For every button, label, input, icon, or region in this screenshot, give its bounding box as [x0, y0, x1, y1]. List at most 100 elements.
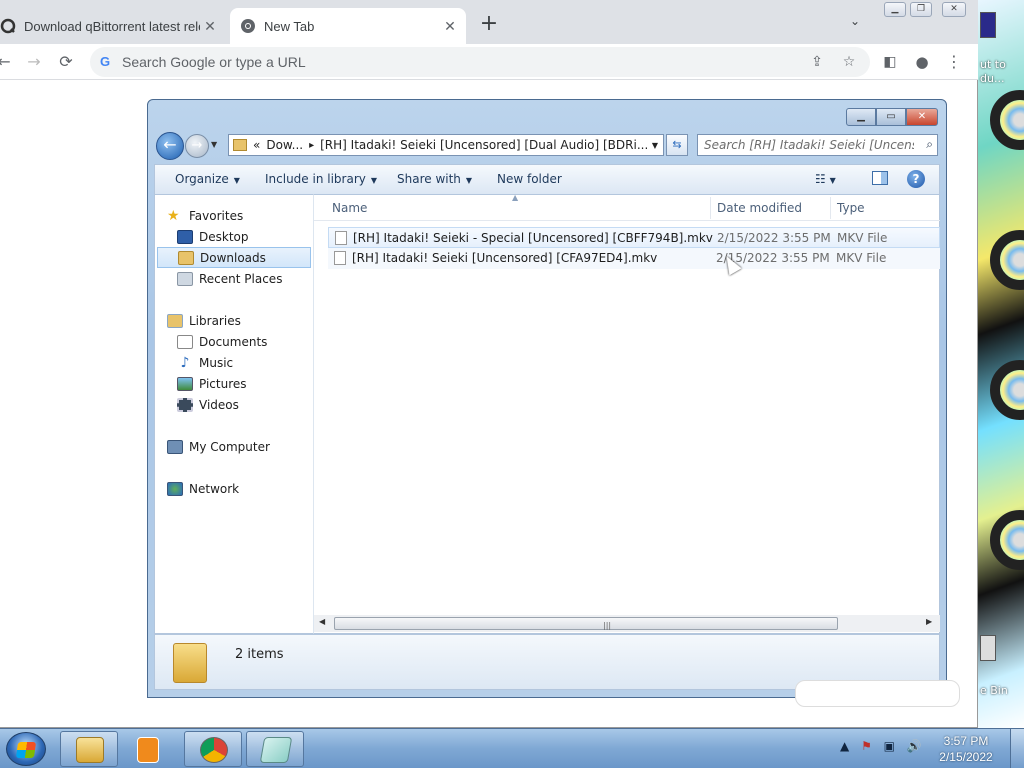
taskbar-notepad[interactable]: [246, 731, 304, 767]
show-desktop-button[interactable]: [1010, 729, 1024, 768]
close-tab-icon[interactable]: ✕: [440, 18, 460, 35]
include-in-library-button[interactable]: Include in library ▼: [265, 172, 377, 186]
tab-qbittorrent[interactable]: Download qBittorrent latest relea ✕: [0, 8, 226, 44]
omnibox[interactable]: G ⇪ ☆: [90, 47, 870, 77]
close-button[interactable]: ✕: [906, 108, 938, 126]
wallpaper-disc: [990, 230, 1024, 290]
tab-search-chevron-icon[interactable]: ⌄: [850, 14, 860, 28]
taskbar-explorer[interactable]: [60, 731, 118, 767]
refresh-button[interactable]: ⇆: [666, 134, 688, 156]
back-arrow-icon[interactable]: ←: [0, 50, 16, 74]
taskbar-media-player[interactable]: [122, 731, 180, 767]
file-type: MKV File: [837, 231, 888, 245]
wallpaper-disc: [990, 90, 1024, 150]
nav-my-computer[interactable]: My Computer: [167, 436, 317, 457]
back-button[interactable]: ←: [156, 132, 184, 160]
nav-desktop[interactable]: Desktop: [177, 226, 327, 247]
menu-kebab-icon[interactable]: ⋮: [942, 50, 966, 74]
nav-pictures[interactable]: Pictures: [177, 373, 327, 394]
breadcrumb-separator-icon[interactable]: ▸: [309, 140, 314, 151]
help-icon[interactable]: ?: [907, 170, 925, 188]
minimize-button[interactable]: ▁: [846, 108, 876, 126]
tab-strip: Download qBittorrent latest relea ✕ New …: [0, 0, 978, 44]
change-view-button[interactable]: ☷ ▼: [815, 172, 836, 186]
show-hidden-icons-icon[interactable]: ▲: [840, 739, 849, 753]
folder-icon: [233, 139, 247, 151]
recent-pages-dropdown-icon[interactable]: ▼: [211, 140, 217, 149]
forward-arrow-icon[interactable]: →: [22, 50, 46, 74]
browser-minimize-button[interactable]: ▁: [884, 2, 906, 17]
share-icon[interactable]: ⇪: [808, 53, 826, 71]
nav-music[interactable]: ♪ Music: [177, 352, 327, 373]
desktop-shortcut-icon[interactable]: [980, 12, 996, 38]
preview-pane-icon[interactable]: [872, 171, 888, 185]
search-box[interactable]: ⌕: [697, 134, 938, 156]
search-icon[interactable]: ⌕: [926, 137, 933, 152]
scroll-right-icon[interactable]: ▶: [926, 617, 932, 626]
start-button[interactable]: [6, 732, 46, 766]
nav-label: Network: [189, 481, 240, 496]
sort-ascending-icon: ▲: [512, 193, 519, 202]
nav-documents[interactable]: Documents: [177, 331, 327, 352]
folder-icon: [173, 643, 207, 683]
reload-icon[interactable]: ⟳: [54, 50, 78, 74]
breadcrumb-downloads[interactable]: Dow...: [266, 138, 303, 152]
omnibox-input[interactable]: [122, 53, 782, 71]
new-folder-button[interactable]: New folder: [497, 172, 562, 186]
file-name: [RH] Itadaki! Seieki [Uncensored] [CFA97…: [352, 251, 658, 265]
new-tab-button[interactable]: +: [476, 12, 502, 38]
browser-restore-button[interactable]: ❐: [910, 2, 932, 17]
profile-avatar-icon[interactable]: ●: [910, 50, 934, 74]
nav-videos[interactable]: Videos: [177, 394, 327, 415]
action-center-flag-icon[interactable]: ⚑: [861, 739, 872, 753]
nav-favorites[interactable]: ★ Favorites: [167, 205, 317, 226]
file-row[interactable]: [RH] Itadaki! Seieki - Special [Uncensor…: [328, 227, 940, 248]
close-tab-icon[interactable]: ✕: [200, 18, 220, 35]
maximize-button[interactable]: ▭: [876, 108, 906, 126]
column-name[interactable]: Name: [332, 201, 367, 215]
column-divider[interactable]: [710, 197, 711, 219]
file-icon: [334, 251, 346, 265]
breadcrumb-overflow[interactable]: «: [253, 138, 260, 152]
star-icon: ★: [167, 207, 180, 224]
clock[interactable]: 3:57 PM 2/15/2022: [930, 733, 1002, 765]
side-panel-icon[interactable]: ◧: [878, 50, 902, 74]
explorer-navigation-bar: ← → ▼ « Dow... ▸ [RH] Itadaki! Seieki [U…: [154, 132, 940, 160]
nav-recent-places[interactable]: Recent Places: [177, 268, 327, 289]
chrome-icon: [241, 19, 255, 33]
taskbar-chrome[interactable]: [184, 731, 242, 767]
libraries-icon: [167, 313, 183, 328]
share-with-label: Share with: [397, 172, 461, 186]
column-type[interactable]: Type: [837, 201, 865, 215]
window-caption-buttons: ▁ ▭ ✕: [846, 108, 938, 126]
column-date-modified[interactable]: Date modified: [717, 201, 802, 215]
address-dropdown-icon[interactable]: ▼: [647, 141, 663, 150]
browser-close-button[interactable]: ✕: [942, 2, 966, 17]
network-status-icon[interactable]: ▣: [884, 739, 895, 753]
breadcrumb-current-folder[interactable]: [RH] Itadaki! Seieki [Uncensored] [Dual …: [320, 138, 647, 152]
nav-libraries[interactable]: Libraries: [167, 310, 317, 331]
wallpaper-disc: [990, 360, 1024, 420]
scrollbar-thumb[interactable]: |||: [334, 617, 838, 630]
share-with-button[interactable]: Share with ▼: [397, 172, 472, 186]
bookmark-star-icon[interactable]: ☆: [840, 53, 858, 71]
file-row[interactable]: [RH] Itadaki! Seieki [Uncensored] [CFA97…: [328, 248, 940, 269]
nav-network[interactable]: Network: [167, 478, 317, 499]
nav-downloads[interactable]: Downloads: [157, 247, 311, 268]
scroll-left-icon[interactable]: ◀: [319, 617, 325, 626]
horizontal-scrollbar[interactable]: ◀ ||| ▶: [314, 615, 940, 632]
address-bar[interactable]: « Dow... ▸ [RH] Itadaki! Seieki [Uncenso…: [228, 134, 664, 156]
search-input[interactable]: [704, 138, 914, 152]
recycle-bin-icon[interactable]: [980, 635, 996, 661]
videos-icon: [177, 397, 193, 412]
volume-icon[interactable]: 🔊: [907, 739, 922, 753]
organize-button[interactable]: Organize ▼: [175, 172, 240, 186]
new-folder-label: New folder: [497, 172, 562, 186]
column-divider[interactable]: [830, 197, 831, 219]
wallpaper-disc: [990, 510, 1024, 570]
music-note-icon: ♪: [180, 354, 190, 371]
recycle-bin-label: e Bin: [980, 684, 1008, 697]
forward-button[interactable]: →: [185, 134, 209, 158]
navigation-pane: ★ Favorites Desktop Downloads Recent Pla…: [154, 194, 314, 634]
tab-new-tab[interactable]: New Tab ✕: [230, 8, 466, 44]
